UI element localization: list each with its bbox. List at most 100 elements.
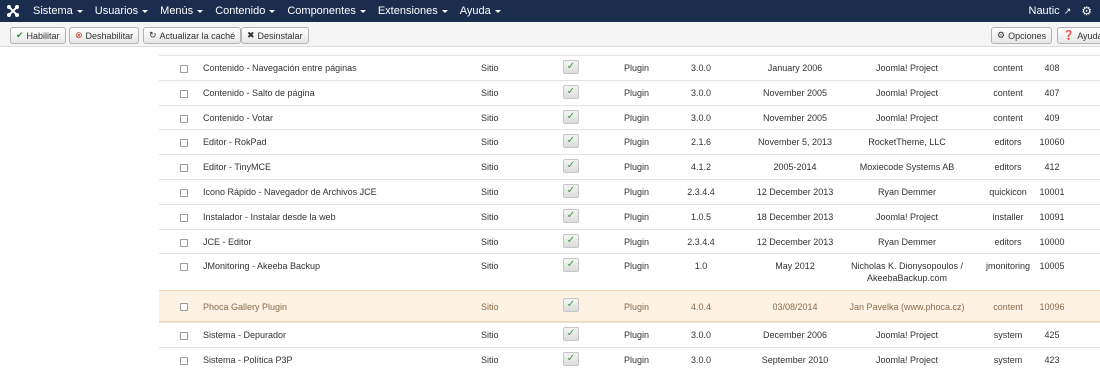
options-button[interactable]: ⚙ Opciones [991, 27, 1053, 44]
plugin-name-link[interactable]: Phoca Gallery Plugin [203, 302, 287, 312]
location-cell: Sitio [481, 330, 499, 341]
site-link[interactable]: Nautic [1029, 5, 1060, 17]
row-checkbox[interactable] [180, 238, 188, 247]
button-label: Opciones [1008, 30, 1047, 41]
external-link-icon[interactable]: ↗ [1064, 6, 1072, 17]
folder-cell: system [993, 355, 1023, 366]
refresh-cache-button[interactable]: ↻ Actualizar la caché [143, 27, 242, 44]
menu-menus[interactable]: Menús [160, 5, 204, 17]
plugin-name-link[interactable]: Sistema - Depurador [203, 330, 286, 340]
toolbar: ✔ Habilitar ⊗ Deshabilitar ↻ Actualizar la … [0, 22, 1100, 47]
cancel-circle-icon: ⊗ [75, 30, 83, 40]
enabled-check-icon[interactable]: ✓ [563, 233, 579, 248]
table-row: JCE - Editor Sitio ✓ Plugin 2.3.4.4 12 D… [159, 228, 1100, 254]
enabled-check-icon[interactable]: ✓ [563, 258, 579, 273]
enabled-check-icon[interactable]: ✓ [563, 159, 579, 174]
folder-cell: content [993, 302, 1023, 313]
location-cell: Sitio [481, 63, 499, 73]
plugin-name-link[interactable]: Instalador - Instalar desde la web [203, 212, 336, 222]
version-cell: 2.3.4.4 [687, 186, 715, 197]
delete-x-icon: ✖ [247, 30, 255, 40]
row-checkbox[interactable] [180, 332, 188, 341]
menu-extensiones[interactable]: Extensiones [378, 5, 448, 17]
menu-label: Usuarios [94, 5, 139, 17]
type-cell: Plugin [624, 137, 650, 148]
date-cell: 03/08/2014 [772, 302, 818, 313]
enable-button[interactable]: ✔ Habilitar [10, 27, 66, 44]
menu-contenido[interactable]: Contenido [215, 5, 276, 17]
row-checkbox[interactable] [180, 65, 188, 73]
button-label: Habilitar [26, 30, 60, 41]
author-cell: Ryan Demmer [877, 236, 936, 247]
caret-down-icon [359, 9, 366, 13]
enabled-check-icon[interactable]: ✓ [563, 352, 579, 367]
plugin-name-link[interactable]: Editor - RokPad [203, 137, 267, 147]
version-cell: 4.1.2 [690, 162, 712, 173]
menu-ayuda[interactable]: Ayuda [460, 5, 501, 17]
version-cell: 1.0 [694, 261, 708, 272]
plugin-name-link[interactable]: Contenido - Votar [203, 113, 273, 123]
plugin-name-link[interactable]: Contenido - Salto de página [203, 88, 315, 98]
row-checkbox[interactable] [180, 357, 188, 366]
type-cell: Plugin [624, 330, 650, 341]
menu-label: Componentes [287, 5, 356, 17]
plugin-name-link[interactable]: Sistema - Política P3P [203, 355, 293, 365]
enabled-check-icon[interactable]: ✓ [563, 84, 579, 99]
gear-icon[interactable]: ⚙ [1081, 4, 1092, 18]
row-checkbox[interactable] [180, 164, 188, 173]
row-checkbox[interactable] [180, 114, 188, 123]
row-checkbox[interactable] [180, 303, 188, 312]
enabled-check-icon[interactable]: ✓ [563, 298, 579, 313]
top-navbar: Sistema Usuarios Menús Contenido Compone… [0, 0, 1100, 22]
table-row: Icono Rápido - Navegador de Archivos JCE… [159, 178, 1100, 204]
menu-label: Menús [160, 5, 194, 17]
id-cell: 10091 [1039, 211, 1065, 222]
button-label: Ayuda [1077, 30, 1100, 41]
joomla-logo-icon[interactable] [6, 4, 20, 18]
version-cell: 4.0.4 [690, 302, 712, 313]
enabled-check-icon[interactable]: ✓ [563, 134, 579, 149]
row-checkbox[interactable] [180, 188, 188, 197]
check-icon: ✔ [16, 30, 24, 40]
plugin-name-link[interactable]: JMonitoring - Akeeba Backup [203, 261, 320, 271]
help-button[interactable]: ❓Ayuda [1057, 27, 1100, 44]
caret-down-icon [197, 9, 204, 13]
enabled-check-icon[interactable]: ✓ [563, 109, 579, 124]
enabled-check-icon[interactable]: ✓ [563, 327, 579, 342]
row-checkbox[interactable] [180, 263, 188, 272]
location-cell: Sitio [481, 112, 499, 123]
id-cell: 412 [1044, 162, 1060, 173]
row-checkbox[interactable] [180, 213, 188, 222]
plugin-name-link[interactable]: Editor - TinyMCE [203, 162, 271, 172]
type-cell: Plugin [624, 211, 650, 222]
menu-usuarios[interactable]: Usuarios [94, 5, 149, 17]
date-cell: May 2012 [775, 261, 815, 272]
location-cell: Sitio [481, 236, 499, 247]
uninstall-button[interactable]: ✖ Desinstalar [241, 27, 309, 44]
folder-cell: system [993, 330, 1023, 341]
location-cell: Sitio [481, 261, 499, 272]
menu-label: Sistema [33, 5, 73, 17]
version-cell: 3.0.0 [690, 112, 712, 123]
row-checkbox[interactable] [180, 139, 188, 148]
row-checkbox[interactable] [180, 89, 188, 98]
table-row: Editor - TinyMCE Sitio ✓ Plugin 4.1.2 20… [159, 154, 1100, 179]
plugin-name-link[interactable]: Icono Rápido - Navegador de Archivos JCE [203, 187, 377, 197]
menu-componentes[interactable]: Componentes [287, 5, 366, 17]
main-menu: Sistema Usuarios Menús Contenido Compone… [33, 0, 513, 22]
enabled-check-icon[interactable]: ✓ [563, 60, 579, 74]
author-cell: Joomla! Project [875, 211, 939, 222]
folder-cell: content [993, 63, 1023, 73]
caret-down-icon [76, 9, 83, 13]
id-cell: 10001 [1039, 186, 1065, 197]
caret-down-icon [494, 9, 501, 13]
date-cell: January 2006 [767, 63, 823, 73]
plugin-name-link[interactable]: Contenido - Navegación entre páginas [203, 63, 357, 73]
enabled-check-icon[interactable]: ✓ [563, 183, 579, 198]
author-cell: Joomla! Project [875, 112, 939, 123]
date-cell: November 2005 [762, 112, 828, 123]
plugin-name-link[interactable]: JCE - Editor [203, 237, 252, 247]
menu-sistema[interactable]: Sistema [33, 5, 83, 17]
disable-button[interactable]: ⊗ Deshabilitar [69, 27, 140, 44]
enabled-check-icon[interactable]: ✓ [563, 208, 579, 223]
